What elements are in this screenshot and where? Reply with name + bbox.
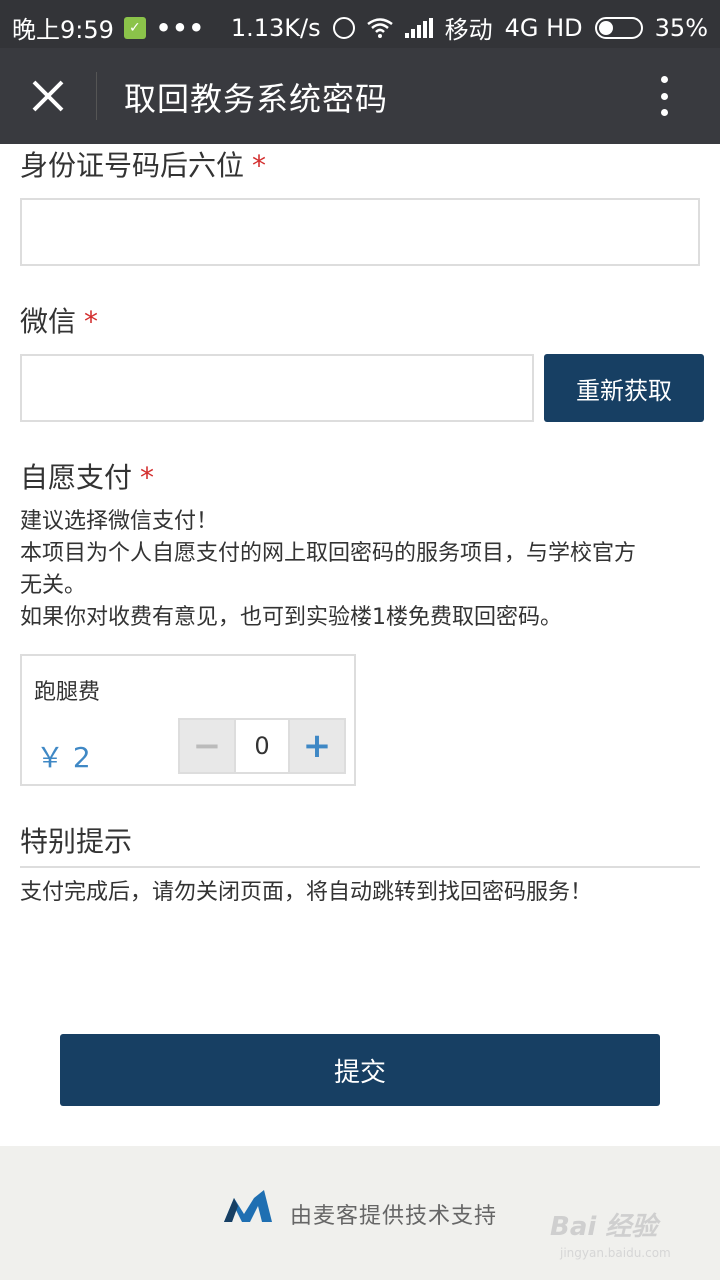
required-mark: * — [252, 149, 267, 182]
payment-description: 建议选择微信支付！ 本项目为个人自愿支付的网上取回密码的服务项目，与学校官方 无… — [20, 506, 700, 634]
battery-icon — [594, 16, 643, 39]
refresh-button[interactable]: 重新获取 — [544, 354, 704, 422]
carrier-name: 移动 — [444, 16, 493, 44]
special-note-text: 支付完成后，请勿关闭页面，将自动跳转到找回密码服务！ — [20, 880, 593, 905]
signal-icon — [404, 17, 433, 38]
payment-desc-line: 如果你对收费有意见，也可到实验楼1楼免费取回密码。 — [20, 605, 562, 630]
status-time: 晚上9:59 — [12, 16, 114, 44]
close-icon[interactable] — [30, 78, 66, 114]
quantity-stepper: − 0 + — [178, 718, 346, 774]
payment-desc-line: 无关。 — [20, 573, 87, 598]
wechat-label: 微信 * — [20, 305, 99, 338]
baidu-watermark: Bai 经验 — [550, 1212, 658, 1242]
special-note-title: 特别提示 — [20, 825, 133, 858]
baidu-watermark-url: jingyan.baidu.com — [560, 1246, 671, 1260]
payment-desc-line: 本项目为个人自愿支付的网上取回密码的服务项目，与学校官方 — [20, 541, 637, 566]
required-mark: * — [84, 305, 99, 338]
alarm-icon — [332, 16, 355, 39]
nav-divider — [96, 72, 97, 120]
fee-item-price: ￥ 2 — [36, 741, 91, 774]
section-divider — [20, 866, 700, 868]
decrease-button[interactable]: − — [180, 720, 234, 772]
more-menu-icon[interactable] — [652, 76, 676, 116]
submit-button[interactable]: 提交 — [60, 1034, 660, 1106]
shield-icon: ✓ — [123, 16, 146, 39]
id-number-label: 身份证号码后六位 * — [20, 149, 267, 182]
status-bar: 晚上9:59 ✓ ••• 1.13K/s 移动 4G HD 35% — [0, 0, 720, 48]
required-mark: * — [140, 461, 155, 494]
wifi-icon — [366, 17, 393, 38]
footer: 由麦客提供技术支持 Bai 经验 jingyan.baidu.com — [0, 1146, 720, 1280]
wechat-input[interactable] — [20, 354, 534, 422]
fee-item-card: 跑腿费 ￥ 2 − 0 + — [20, 654, 356, 786]
quantity-field[interactable]: 0 — [234, 720, 290, 772]
page-title: 取回教务系统密码 — [124, 80, 389, 118]
id-number-input[interactable] — [20, 198, 700, 266]
fee-item-name: 跑腿费 — [34, 680, 101, 705]
network-speed: 1.13K/s — [230, 13, 321, 42]
more-notifications-icon: ••• — [155, 13, 205, 42]
payment-desc-line: 建议选择微信支付！ — [20, 509, 219, 534]
maike-logo-icon — [224, 1190, 272, 1222]
nav-bar: 取回教务系统密码 — [0, 48, 720, 144]
increase-button[interactable]: + — [290, 720, 344, 772]
network-type: 4G HD — [504, 13, 583, 42]
battery-level: 35% — [654, 13, 708, 42]
payment-label: 自愿支付 * — [20, 461, 155, 494]
footer-credit: 由麦客提供技术支持 — [290, 1204, 498, 1229]
